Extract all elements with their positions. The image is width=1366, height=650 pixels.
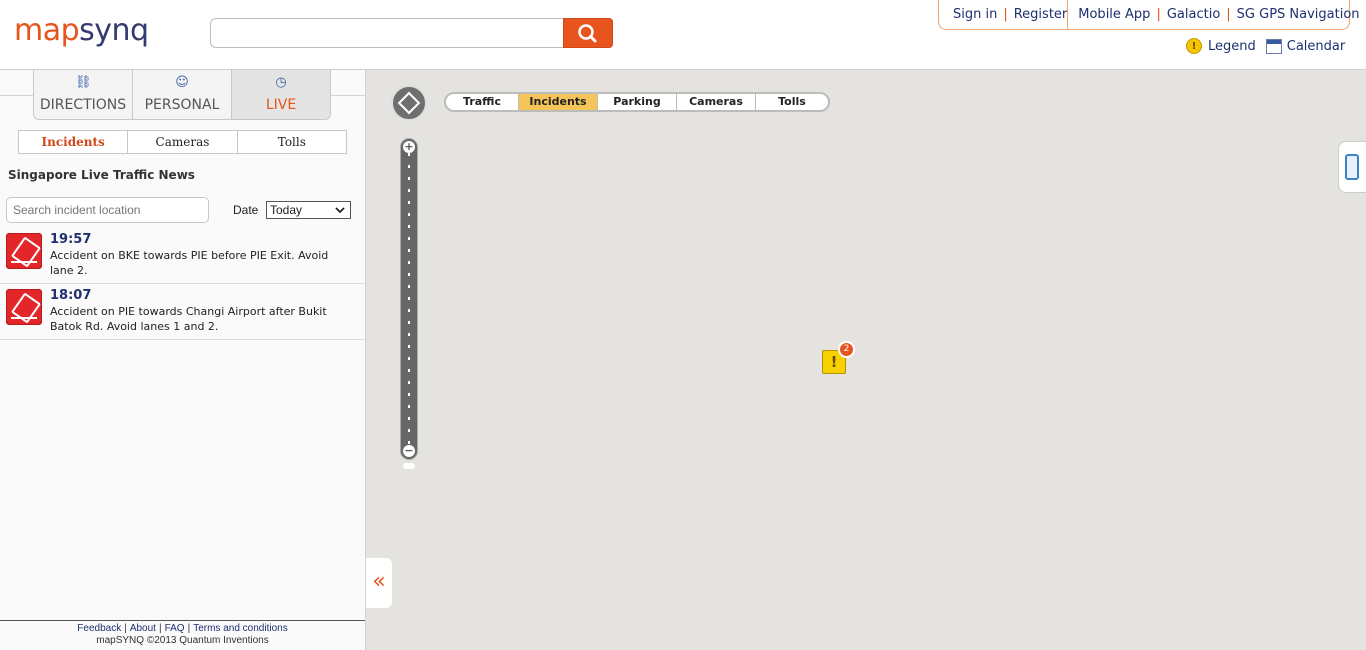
zoom-out-button[interactable]: −	[403, 445, 415, 457]
zoom-track	[408, 153, 410, 445]
layer-cameras[interactable]: Cameras	[677, 94, 756, 110]
panel-title: Singapore Live Traffic News	[8, 168, 195, 182]
tab-personal[interactable]: ☺ PERSONAL	[133, 70, 232, 119]
layer-traffic[interactable]: Traffic	[446, 94, 519, 110]
mode-tabs: ⛓ DIRECTIONS ☺ PERSONAL ◷ LIVE	[33, 70, 331, 120]
incident-list: 19:57 Accident on BKE towards PIE before…	[0, 228, 365, 340]
copyright-text: mapSYNQ ©2013 Quantum Inventions	[96, 635, 269, 646]
tab-directions[interactable]: ⛓ DIRECTIONS	[34, 70, 133, 119]
calendar-icon	[1265, 38, 1282, 54]
zoom-handle[interactable]	[403, 463, 415, 469]
chevron-down-icon	[335, 207, 345, 214]
warning-icon: !	[830, 353, 838, 371]
date-label: Date	[233, 203, 259, 217]
incident-time: 19:57	[50, 232, 92, 247]
clock-icon: ◷	[275, 75, 287, 90]
accident-icon	[6, 289, 42, 325]
feedback-link[interactable]: Feedback	[77, 623, 121, 634]
search-input[interactable]	[210, 18, 564, 48]
register-link[interactable]: Register	[1014, 7, 1068, 22]
sidebar: ⛓ DIRECTIONS ☺ PERSONAL ◷ LIVE Incidents…	[0, 70, 366, 650]
collapse-sidebar-button[interactable]: «	[366, 558, 392, 608]
car-icon: ⛓	[75, 75, 92, 90]
incident-search-input[interactable]	[6, 197, 209, 223]
incident-text: Accident on BKE towards PIE before PIE E…	[50, 249, 329, 277]
link-separator: |	[1226, 7, 1231, 22]
list-item[interactable]: 18:07 Accident on PIE towards Changi Air…	[0, 284, 365, 340]
calendar-link[interactable]: Calendar	[1287, 39, 1345, 54]
footer: Feedback | About | FAQ | Terms and conditions …	[0, 620, 365, 650]
search-button[interactable]	[563, 18, 613, 48]
double-chevron-left-icon: «	[372, 569, 386, 594]
about-link[interactable]: About	[130, 623, 156, 634]
search-bar	[210, 18, 613, 48]
zoom-in-button[interactable]: +	[403, 141, 415, 153]
tab-personal-label: PERSONAL	[144, 97, 220, 113]
link-separator: |	[1156, 7, 1161, 22]
header: mapsynq Sign in | Register Mobile App | …	[0, 0, 1366, 70]
search-icon	[578, 24, 597, 43]
mobile-app-link[interactable]: Mobile App	[1078, 7, 1150, 22]
galactio-link[interactable]: Galactio	[1167, 7, 1220, 22]
zoom-slider[interactable]: + −	[400, 138, 418, 460]
subtab-incidents[interactable]: Incidents	[19, 131, 129, 153]
legend-link[interactable]: Legend	[1208, 39, 1256, 54]
legend-calendar-bar: ! Legend Calendar	[1186, 38, 1345, 54]
map-canvas[interactable]	[366, 70, 1366, 650]
accident-icon	[6, 233, 42, 269]
layer-tolls[interactable]: Tolls	[756, 94, 828, 110]
tab-live[interactable]: ◷ LIVE	[232, 70, 330, 119]
phone-icon	[1345, 154, 1359, 180]
footer-separator: |	[124, 623, 127, 634]
top-links: Sign in | Register Mobile App | Galactio…	[938, 0, 1360, 30]
terms-link[interactable]: Terms and conditions	[193, 623, 288, 634]
mapsynq-logo[interactable]: mapsynq	[14, 14, 149, 48]
pan-arrows-icon	[397, 91, 421, 115]
map-layer-tabs: Traffic Incidents Parking Cameras Tolls	[444, 92, 830, 112]
faq-link[interactable]: FAQ	[165, 623, 185, 634]
layer-parking[interactable]: Parking	[598, 94, 677, 110]
footer-separator: |	[158, 623, 162, 634]
incident-text: Accident on PIE towards Changi Airport a…	[50, 305, 327, 333]
link-divider	[1067, 0, 1069, 30]
date-select-value: Today	[270, 203, 303, 217]
subtab-cameras[interactable]: Cameras	[128, 131, 238, 153]
pan-control[interactable]	[391, 85, 427, 121]
sub-tabs: Incidents Cameras Tolls	[18, 130, 347, 154]
sg-gps-navigation-link[interactable]: SG GPS Navigation	[1237, 7, 1360, 22]
sign-in-link[interactable]: Sign in	[953, 7, 997, 22]
list-item[interactable]: 19:57 Accident on BKE towards PIE before…	[0, 228, 365, 284]
date-select[interactable]: Today	[266, 201, 351, 219]
marker-count-badge: 2	[838, 341, 855, 358]
subtab-tolls[interactable]: Tolls	[238, 131, 346, 153]
link-separator: |	[1003, 7, 1008, 22]
mobile-app-tab[interactable]	[1338, 141, 1366, 193]
incident-time: 18:07	[50, 288, 92, 303]
layer-incidents[interactable]: Incidents	[519, 94, 598, 110]
footer-separator: |	[187, 623, 191, 634]
tab-live-label: LIVE	[265, 97, 297, 113]
user-add-icon: ☺	[175, 75, 189, 90]
legend-icon: !	[1186, 38, 1202, 54]
tab-directions-label: DIRECTIONS	[39, 97, 127, 113]
